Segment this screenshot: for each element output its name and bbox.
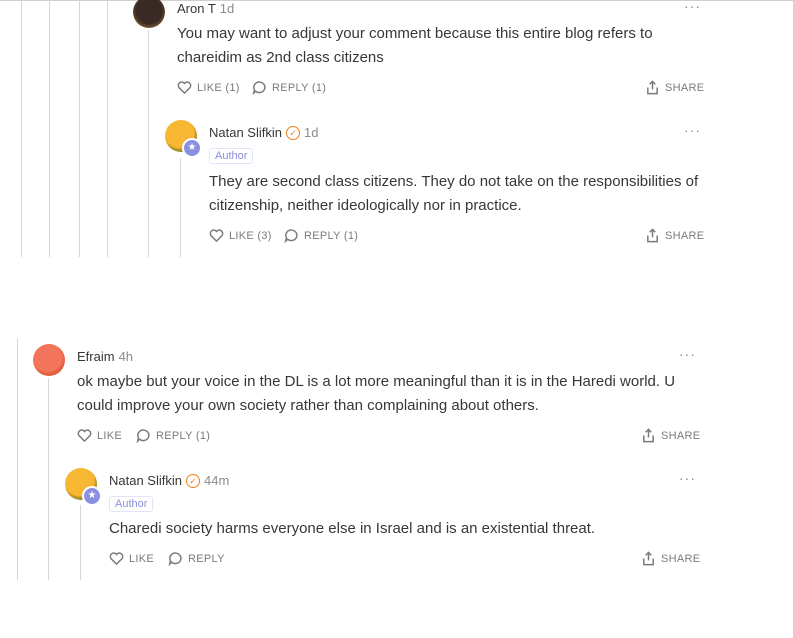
comment-text: Charedi society harms everyone else in I… [109, 517, 595, 541]
comment-text: You may want to adjust your comment beca… [177, 22, 653, 70]
share-icon [647, 228, 658, 243]
avatar[interactable] [33, 344, 65, 376]
comment-line: could improve your own society rather th… [77, 397, 539, 414]
thread-line [49, 0, 50, 257]
reply-button[interactable]: REPLY (1) [252, 80, 326, 95]
share-label: SHARE [661, 429, 701, 442]
comment-line: Charedi society harms everyone else in I… [109, 520, 596, 537]
share-button[interactable]: SHARE [645, 228, 704, 243]
reply-button[interactable]: REPLY (1) [136, 428, 210, 443]
share-button[interactable]: SHARE [641, 428, 700, 443]
heart-icon [77, 429, 92, 443]
reply-label: REPLY (1) [304, 229, 359, 242]
verified-icon: ✓ [185, 474, 200, 488]
more-options-button[interactable]: ··· [684, 122, 701, 138]
share-label: SHARE [665, 229, 705, 242]
top-divider [0, 0, 793, 1]
author-name[interactable]: Natan Slifkin [209, 125, 282, 140]
comment-line: You may want to adjust your comment beca… [177, 25, 653, 42]
like-label: LIKE (1) [197, 81, 240, 94]
more-options-button[interactable]: ··· [679, 346, 696, 362]
like-button[interactable]: LIKE (3) [209, 228, 272, 243]
reply-button[interactable]: REPLY (1) [284, 228, 358, 243]
comment-header: Natan Slifkin ✓ 44m [109, 473, 229, 488]
share-button[interactable]: SHARE [641, 551, 700, 566]
speech-bubble-icon [168, 552, 182, 566]
author-badge: Author [109, 496, 154, 512]
like-label: LIKE (3) [229, 229, 272, 242]
reply-label: REPLY [188, 552, 225, 565]
like-button[interactable]: LIKE [77, 428, 122, 443]
reply-label: REPLY (1) [272, 81, 327, 94]
heart-icon [209, 229, 224, 243]
author-name[interactable]: Natan Slifkin [109, 473, 182, 488]
speech-bubble-icon [284, 229, 298, 243]
like-label: LIKE [97, 429, 123, 442]
heart-icon [109, 552, 124, 566]
speech-bubble-icon [136, 429, 150, 443]
thread-line [148, 30, 149, 257]
comment-text: They are second class citizens. They do … [209, 170, 698, 218]
reply-button[interactable]: REPLY [168, 551, 225, 566]
comment-header: Natan Slifkin ✓ 1d [209, 125, 318, 140]
speech-bubble-icon [252, 81, 266, 95]
thread-line [107, 0, 108, 257]
avatar[interactable] [133, 0, 165, 28]
author-badge: Author [209, 148, 254, 164]
author-name[interactable]: Aron T [177, 1, 216, 16]
comment-header: Efraim 4h [77, 349, 133, 364]
share-button[interactable]: SHARE [645, 80, 704, 95]
thread-line [180, 158, 181, 257]
star-badge-icon: ★ [82, 486, 102, 506]
thread-line [48, 378, 49, 580]
thread-line [17, 338, 18, 580]
thread-line [80, 505, 81, 580]
share-label: SHARE [665, 81, 705, 94]
share-label: SHARE [661, 552, 701, 565]
comment-line: ok maybe but your voice in the DL is a l… [77, 373, 676, 390]
more-options-button[interactable]: ··· [684, 0, 701, 14]
comment-line: citizenship, neither ideologically nor i… [209, 197, 522, 214]
comment-time[interactable]: 1d [304, 125, 318, 140]
like-button[interactable]: LIKE [109, 551, 154, 566]
comment-time[interactable]: 1d [220, 1, 234, 16]
comment-line: They are second class citizens. They do … [209, 173, 699, 190]
share-icon [647, 80, 658, 95]
comment-header: Aron T 1d [177, 1, 234, 16]
thread-line [21, 0, 22, 257]
comment-time[interactable]: 44m [204, 473, 229, 488]
comment-line: chareidim as 2nd class citizens [177, 49, 384, 66]
share-icon [643, 551, 654, 566]
more-options-button[interactable]: ··· [679, 470, 696, 486]
like-label: LIKE [129, 552, 155, 565]
like-button[interactable]: LIKE (1) [177, 80, 240, 95]
author-name[interactable]: Efraim [77, 349, 115, 364]
star-badge-icon: ★ [182, 138, 202, 158]
comment-text: ok maybe but your voice in the DL is a l… [77, 370, 675, 418]
thread-line [79, 0, 80, 257]
comment-time[interactable]: 4h [119, 349, 133, 364]
verified-icon: ✓ [285, 126, 300, 140]
reply-label: REPLY (1) [156, 429, 211, 442]
heart-icon [177, 81, 192, 95]
share-icon [643, 428, 654, 443]
